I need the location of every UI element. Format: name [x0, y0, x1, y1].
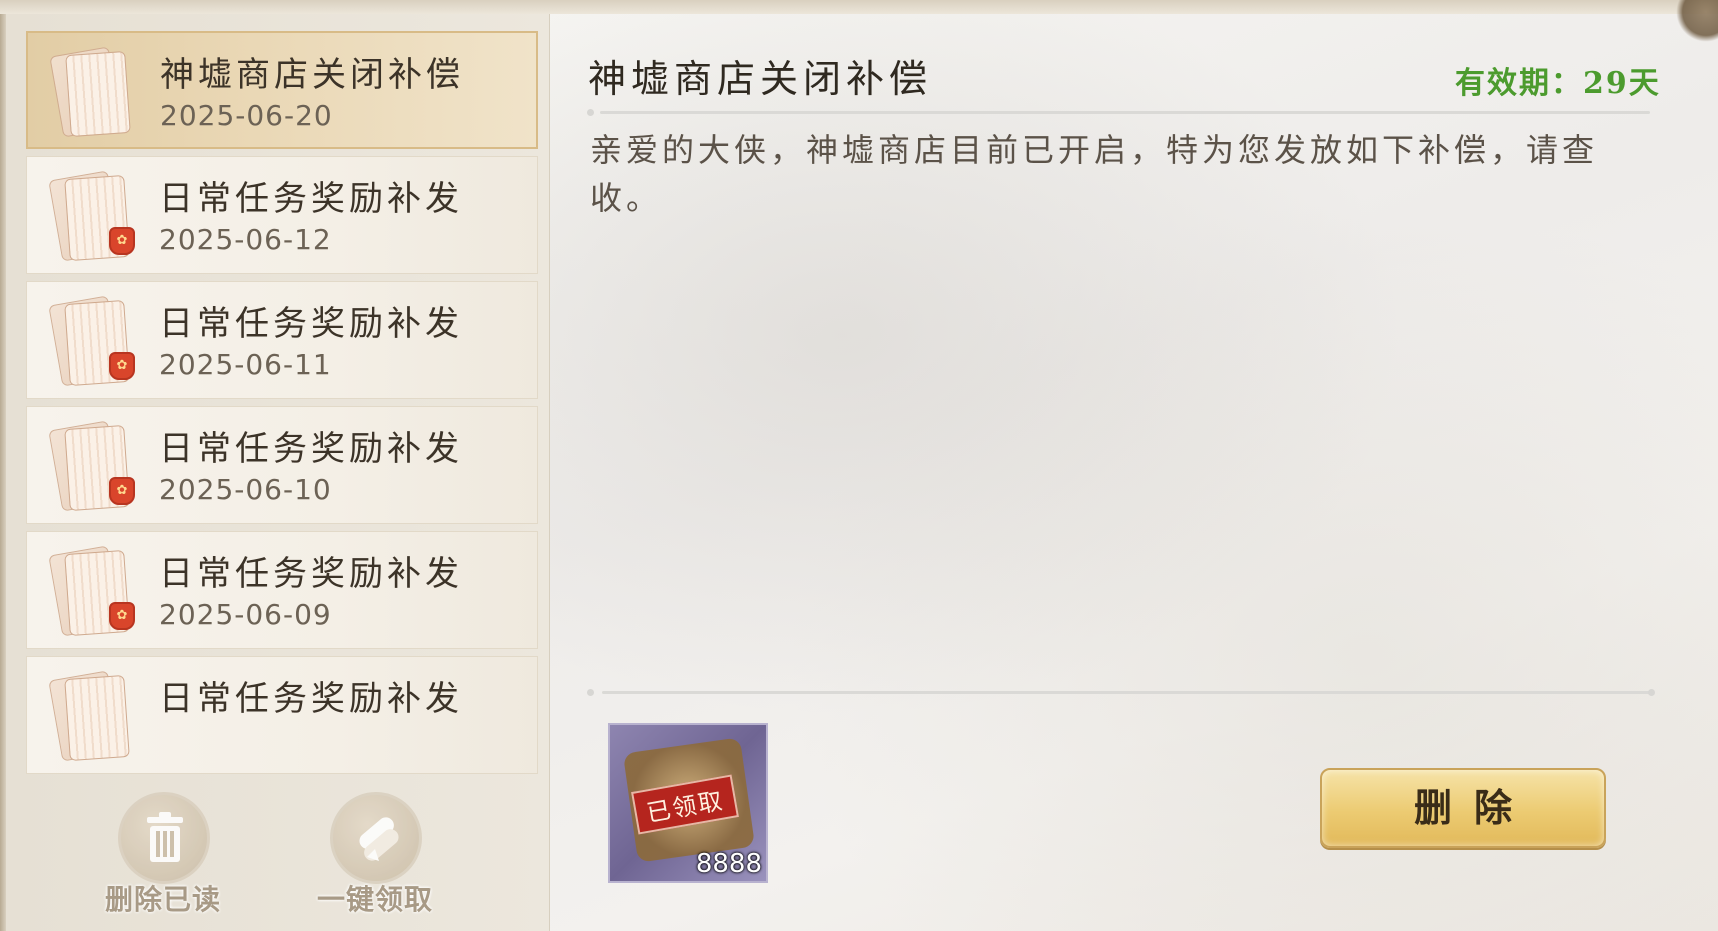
mail-title: 日常任务奖励补发: [159, 679, 463, 719]
reward-count: 8888: [695, 849, 762, 879]
mail-letter-with-seal-icon: ✿: [48, 544, 135, 638]
mail-letter-icon: [49, 45, 136, 139]
title-divider: [600, 111, 1650, 114]
mail-list[interactable]: 神墟商店关闭补偿 2025-06-20 ✿ 日常任务奖励补发 2025-06-1…: [26, 31, 540, 783]
mail-date: 2025-06-20: [160, 99, 333, 132]
divider-dot: [1648, 689, 1655, 696]
mail-title: 日常任务奖励补发: [159, 304, 463, 344]
red-seal-icon: ✿: [109, 352, 135, 380]
mail-item[interactable]: ✿ 日常任务奖励补发 2025-06-09: [26, 531, 538, 649]
mail-title: 日常任务奖励补发: [159, 554, 463, 594]
divider-dot: [587, 109, 594, 116]
validity-period: 有效期：29天: [1455, 66, 1661, 101]
mail-letter-icon: [48, 669, 135, 763]
mail-item[interactable]: ✿ 日常任务奖励补发 2025-06-10: [26, 406, 538, 524]
mail-letter-with-seal-icon: ✿: [48, 294, 135, 388]
mail-title: 日常任务奖励补发: [159, 179, 463, 219]
reward-divider: [602, 691, 1652, 694]
mail-actions-bar: 删除已读 一键领取: [0, 784, 549, 931]
claim-all-button[interactable]: 一键领取: [300, 792, 450, 922]
mail-date: 2025-06-12: [159, 223, 332, 256]
delete-mail-button[interactable]: 删除: [1320, 768, 1606, 848]
trash-icon: [147, 812, 183, 862]
delete-read-label: 删除已读: [104, 883, 221, 916]
mail-item[interactable]: ✿ 日常任务奖励补发 2025-06-12: [26, 156, 538, 274]
mail-letter-with-seal-icon: ✿: [48, 169, 135, 263]
mail-detail-panel: 神墟商店关闭补偿 有效期：29天 亲爱的大侠，神墟商店目前已开启，特为您发放如下…: [550, 14, 1718, 931]
delete-read-button[interactable]: 删除已读: [88, 792, 238, 922]
mail-title: 日常任务奖励补发: [159, 429, 463, 469]
mail-list-panel: 神墟商店关闭补偿 2025-06-20 ✿ 日常任务奖励补发 2025-06-1…: [0, 14, 550, 931]
claim-all-label: 一键领取: [316, 883, 433, 916]
mail-detail-title: 神墟商店关闭补偿: [588, 57, 933, 101]
mail-body-text: 亲爱的大侠，神墟商店目前已开启，特为您发放如下补偿，请查收。: [590, 131, 1599, 217]
mail-date: 2025-06-11: [159, 348, 332, 381]
scroll-icon: [359, 817, 399, 861]
divider-dot: [587, 689, 594, 696]
top-frame-strip: [0, 0, 1718, 15]
mail-letter-with-seal-icon: ✿: [48, 419, 135, 513]
mail-item-selected[interactable]: 神墟商店关闭补偿 2025-06-20: [26, 31, 538, 149]
mail-item[interactable]: ✿ 日常任务奖励补发 2025-06-11: [26, 281, 538, 399]
mail-item-partial[interactable]: 日常任务奖励补发: [26, 656, 538, 774]
mail-title: 神墟商店关闭补偿: [160, 55, 464, 95]
reward-item-slot[interactable]: 已领取 8888: [608, 723, 768, 883]
mail-date: 2025-06-10: [159, 473, 332, 506]
red-seal-icon: ✿: [109, 602, 135, 630]
red-seal-icon: ✿: [109, 477, 135, 505]
mail-date: 2025-06-09: [159, 598, 332, 631]
red-seal-icon: ✿: [109, 227, 135, 255]
